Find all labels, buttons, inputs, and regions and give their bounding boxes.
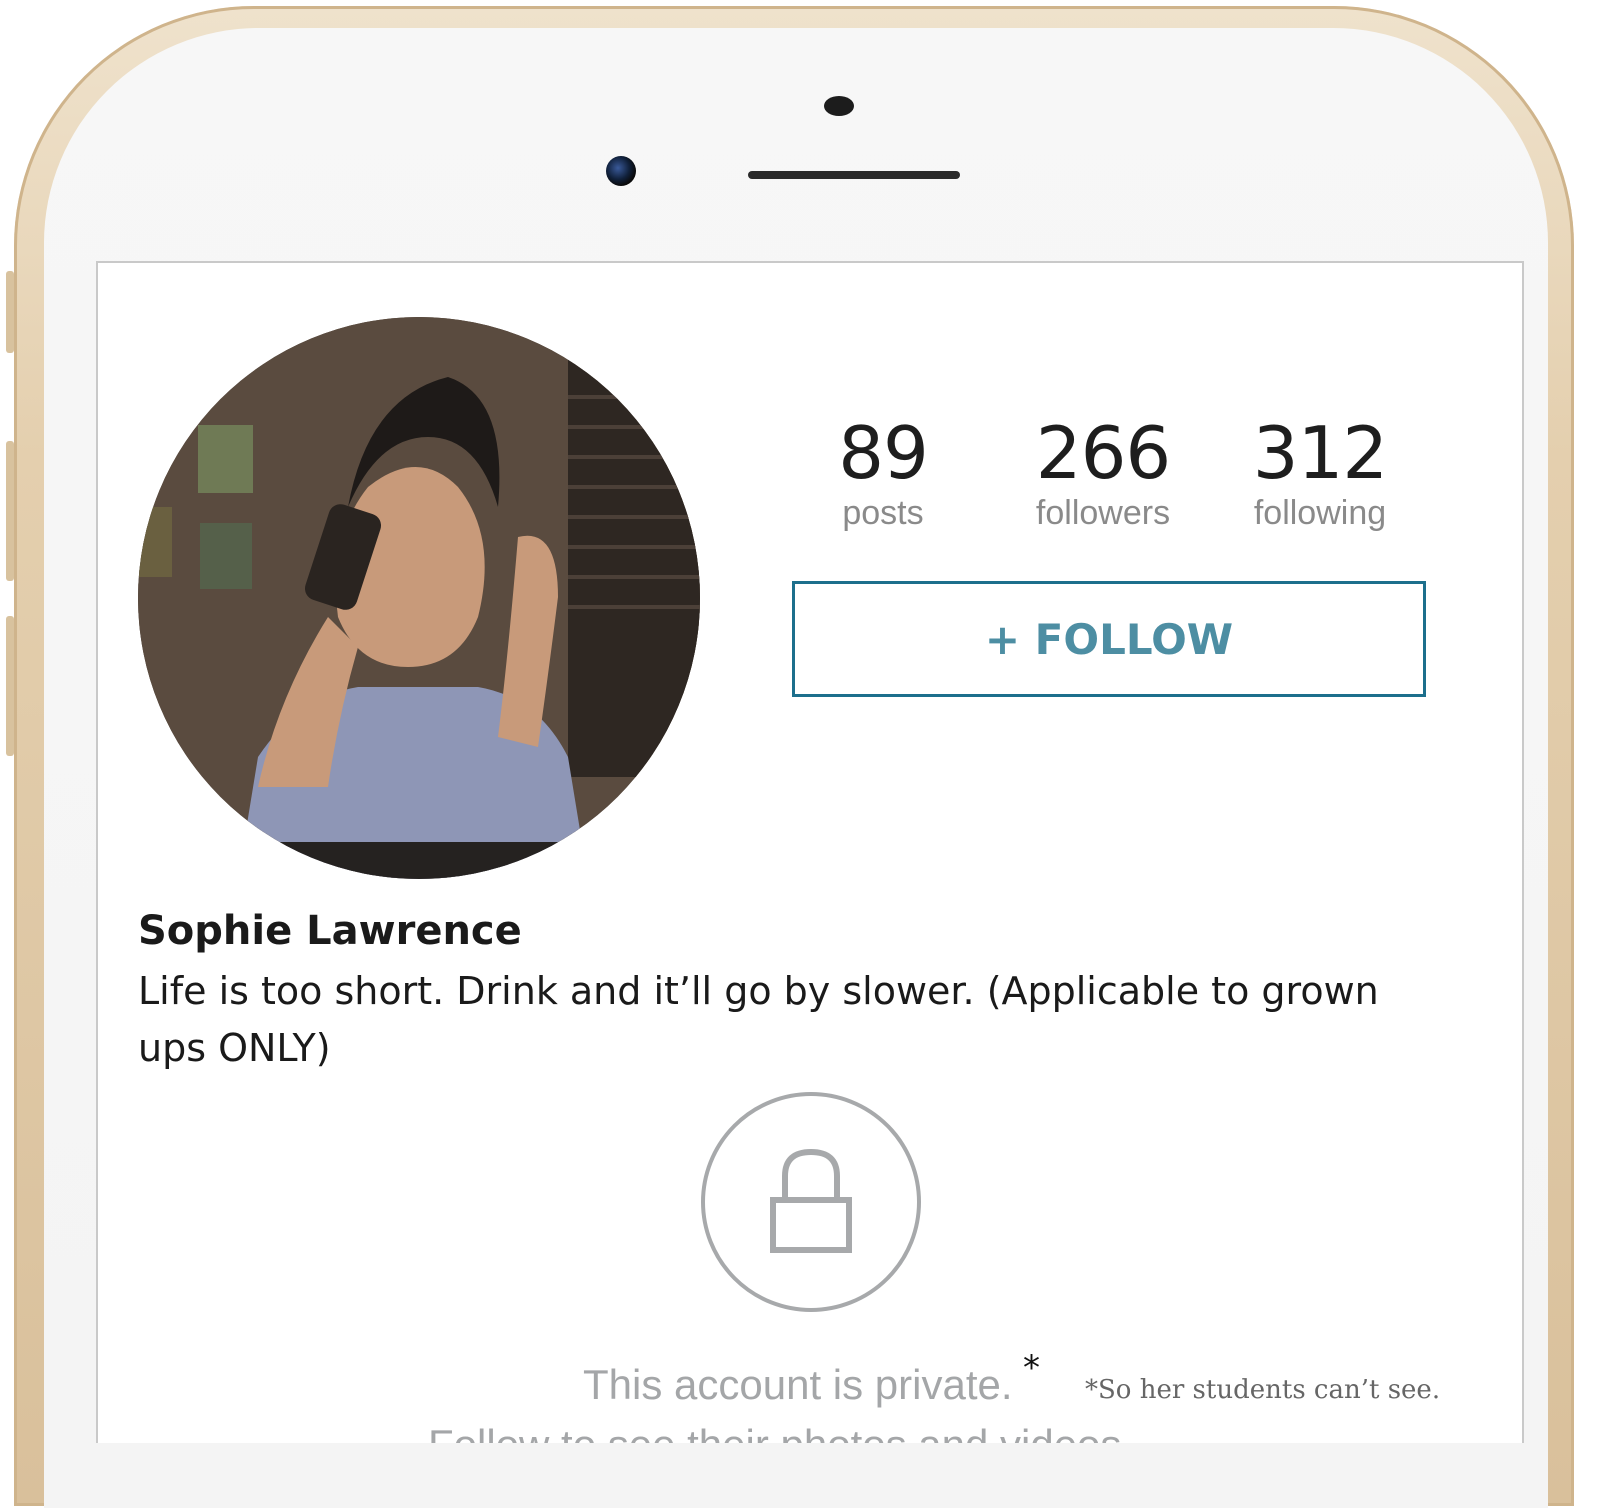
follow-button[interactable]: + FOLLOW <box>792 581 1426 697</box>
front-camera <box>606 156 636 186</box>
private-lock-badge <box>701 1092 921 1312</box>
stat-followers[interactable]: 266 followers <box>1013 413 1193 533</box>
stat-value: 89 <box>838 411 929 495</box>
avatar-photo <box>138 317 700 879</box>
earpiece-speaker <box>748 171 960 179</box>
follow-prompt-text: Follow to see their photos and videos. <box>428 1421 1133 1443</box>
proximity-sensor <box>824 96 854 116</box>
stat-posts[interactable]: 89 posts <box>818 413 948 533</box>
profile-stats: 89 posts 266 followers 312 following <box>818 413 1418 533</box>
footnote-marker: * <box>1023 1348 1040 1388</box>
stat-value: 266 <box>1035 411 1171 495</box>
stat-label: following <box>1253 494 1387 532</box>
profile-screen: 89 posts 266 followers 312 following + F… <box>96 261 1524 1443</box>
private-account-message: This account is private. <box>583 1361 1013 1408</box>
avatar[interactable] <box>138 317 700 879</box>
stat-label: posts <box>842 494 924 532</box>
lock-icon <box>770 1148 852 1253</box>
footnote-text: *So her students can’t see. <box>1085 1375 1441 1405</box>
stat-value: 312 <box>1252 411 1388 495</box>
profile-bio: Life is too short. Drink and it’ll go by… <box>138 969 1379 1070</box>
stat-label: followers <box>1035 494 1171 532</box>
phone-side-button <box>6 271 14 353</box>
profile-name: Sophie Lawrence <box>138 908 522 954</box>
stat-following[interactable]: 312 following <box>1230 413 1410 533</box>
phone-side-button <box>6 441 14 581</box>
phone-side-button <box>6 616 14 756</box>
